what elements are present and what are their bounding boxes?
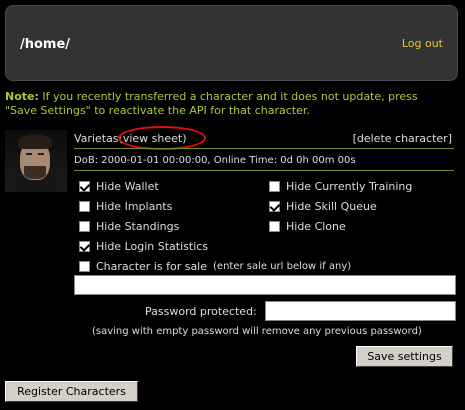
transfer-note: Note: If you recently transferred a char… [5,90,445,118]
option-label: Hide Clone [286,220,346,233]
option-hide-clone[interactable]: Hide Clone [269,220,346,233]
password-note: (saving with empty password will remove … [92,326,422,337]
hide-implants-checkbox[interactable] [79,201,90,212]
save-settings-button[interactable]: Save settings [356,346,453,367]
hide-wallet-checkbox[interactable] [79,181,90,192]
note-label: Note: [5,90,39,103]
option-label: Hide Implants [96,200,173,213]
option-hide-wallet[interactable]: Hide Wallet [79,180,159,193]
option-for-sale[interactable]: Character is for sale (enter sale url bel… [79,260,351,273]
note-text: If you recently transferred a character … [5,90,418,117]
option-label: Hide Login Statistics [96,240,209,253]
for-sale-checkbox[interactable] [79,261,90,272]
character-portrait [5,130,67,192]
logout-link[interactable]: Log out [402,37,443,50]
hide-login-statistics-checkbox[interactable] [79,241,90,252]
sale-url-hint: (enter sale url below if any) [213,261,352,272]
option-label: Hide Currently Training [286,180,413,193]
option-hide-standings[interactable]: Hide Standings [79,220,179,233]
character-name: Varietas [74,132,119,145]
sale-url-input[interactable] [74,275,456,295]
option-hide-currently-training[interactable]: Hide Currently Training [269,180,412,193]
character-info: DoB: 2000-01-01 00:00:00, Online Time: 0… [74,155,356,166]
register-characters-button[interactable]: Register Characters [5,381,138,402]
password-label: Password protected: [145,305,257,318]
divider [74,170,454,171]
option-label: Hide Standings [96,220,180,233]
header-panel: /home/ Log out [5,5,458,81]
option-hide-implants[interactable]: Hide Implants [79,200,172,213]
hide-skill-queue-checkbox[interactable] [269,201,280,212]
red-annotation-circle [118,126,206,150]
option-label: Hide Wallet [96,180,159,193]
password-input[interactable] [265,301,456,321]
hide-standings-checkbox[interactable] [79,221,90,232]
delete-character-link[interactable]: [delete character] [353,132,452,145]
option-hide-login-statistics[interactable]: Hide Login Statistics [79,240,208,253]
divider [74,148,454,149]
hide-clone-checkbox[interactable] [269,221,280,232]
option-hide-skill-queue[interactable]: Hide Skill Queue [269,200,377,213]
option-label: Hide Skill Queue [286,200,377,213]
hide-currently-training-checkbox[interactable] [269,181,280,192]
for-sale-label: Character is for sale [96,260,208,273]
page-path: /home/ [20,37,71,52]
